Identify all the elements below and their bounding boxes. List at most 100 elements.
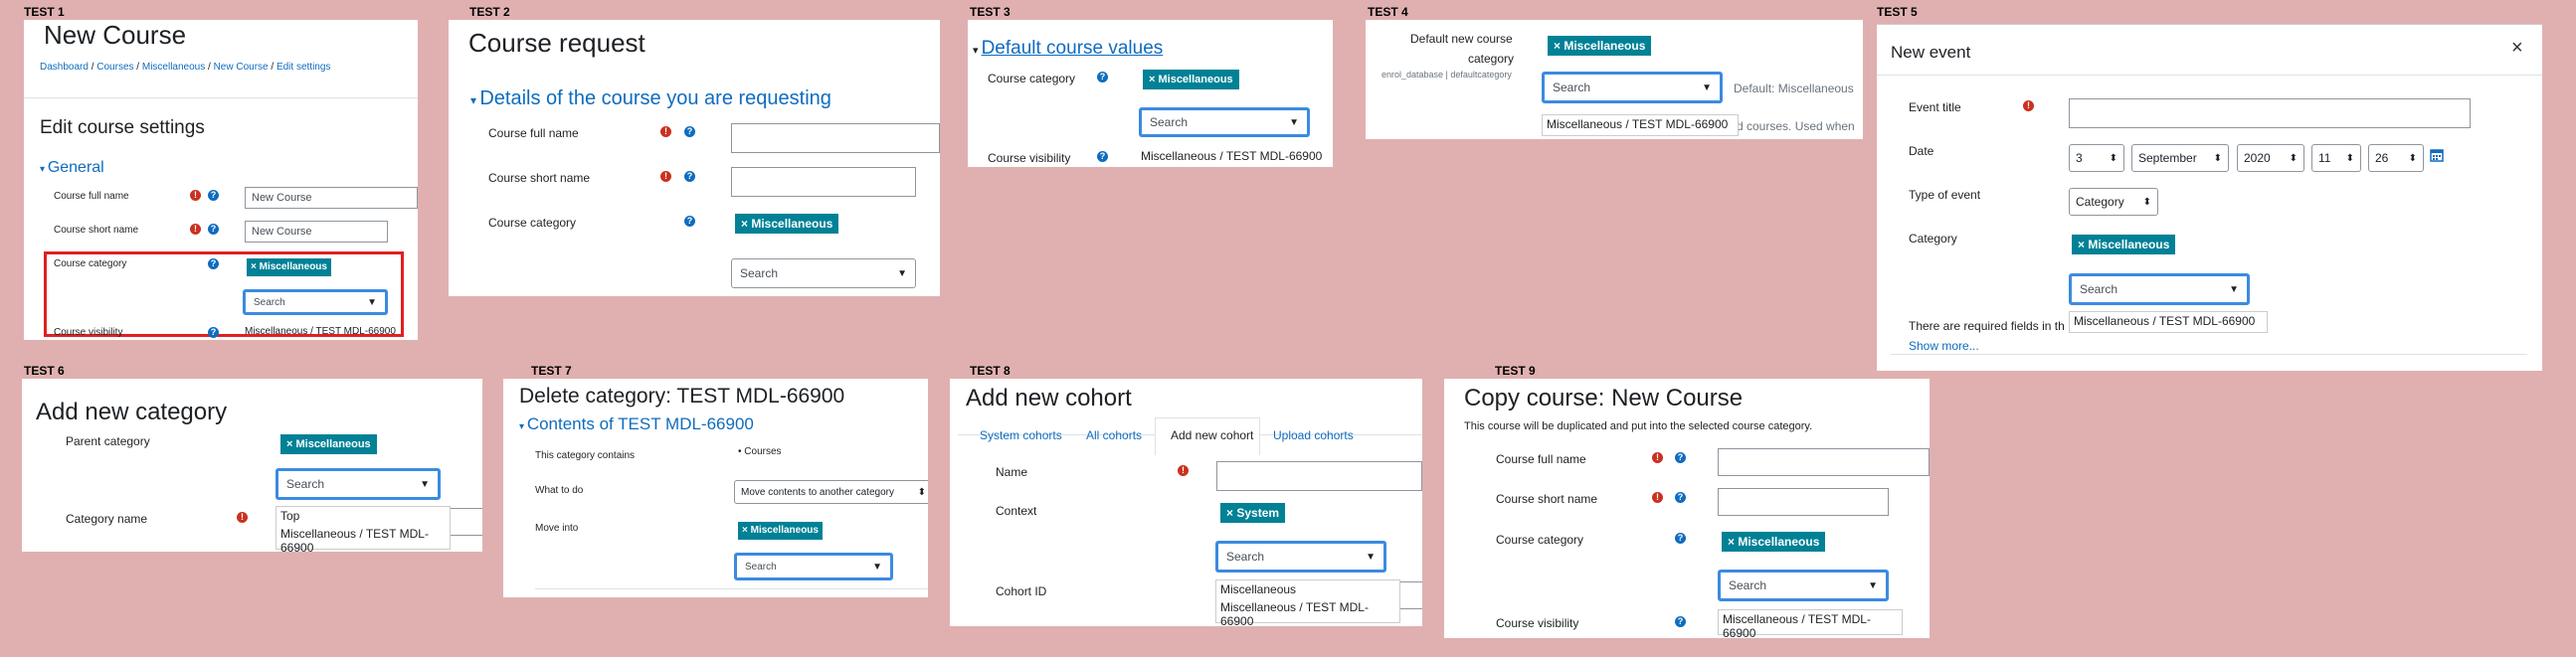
help-icon[interactable]: ?	[208, 327, 219, 338]
section-general[interactable]: ▾ General	[40, 159, 104, 177]
test-label-2: TEST 2	[469, 5, 510, 19]
selected-category-badge[interactable]: × Miscellaneous	[735, 214, 839, 234]
dropdown-option[interactable]: Top	[276, 507, 450, 525]
chevron-down-icon[interactable]: ▼	[1289, 117, 1299, 128]
test8-panel: Add new cohort System cohorts All cohort…	[950, 379, 1422, 626]
close-icon[interactable]: ×	[2511, 37, 2523, 60]
chevron-down-icon[interactable]: ▼	[872, 562, 882, 573]
category-search-input[interactable]: Search ▼	[734, 553, 893, 580]
breadcrumb-edit-settings[interactable]: Edit settings	[276, 62, 330, 73]
category-search-input[interactable]: Search ▼	[731, 258, 916, 288]
type-of-event-select[interactable]: Category ⬍	[2069, 188, 2158, 216]
event-title-input[interactable]	[2069, 98, 2471, 128]
help-icon[interactable]: ?	[1675, 533, 1686, 544]
tab-system-cohorts[interactable]: System cohorts	[980, 428, 1062, 442]
help-icon[interactable]: ?	[208, 258, 219, 269]
contains-label: This category contains	[535, 450, 636, 461]
course-visibility-label: Course visibility	[1496, 616, 1579, 630]
help-icon[interactable]: ?	[208, 224, 219, 235]
month-select[interactable]: September ⬍	[2131, 144, 2229, 172]
section-contents[interactable]: ▾ Contents of TEST MDL-66900	[519, 414, 754, 434]
course-full-name-label: Course full name	[1496, 452, 1586, 466]
day-select[interactable]: 3 ⬍	[2069, 144, 2124, 172]
what-to-do-select[interactable]: Move contents to another category ⬍	[734, 480, 928, 504]
help-icon[interactable]: ?	[1675, 492, 1686, 503]
category-name-input[interactable]	[448, 508, 482, 536]
category-search-input[interactable]: Search ▼	[1139, 107, 1310, 137]
help-icon[interactable]: ?	[208, 190, 219, 201]
breadcrumb-courses[interactable]: Courses	[96, 62, 133, 73]
chevron-down-icon[interactable]: ▼	[2229, 284, 2239, 295]
dropdown-option[interactable]: Miscellaneous / TEST MDL-66900	[1216, 598, 1399, 626]
course-short-name-input[interactable]	[1718, 488, 1889, 516]
tab-all-cohorts[interactable]: All cohorts	[1086, 428, 1142, 442]
dropdown-option[interactable]: Miscellaneous / TEST MDL-66900	[1543, 115, 1738, 133]
test9-panel: Copy course: New Course This course will…	[1444, 379, 1930, 638]
chevron-down-icon[interactable]: ▼	[367, 297, 377, 308]
selected-category-badge[interactable]: × Miscellaneous	[1722, 532, 1826, 552]
test-label-1: TEST 1	[24, 5, 65, 19]
cohort-name-input[interactable]	[1216, 461, 1422, 491]
course-full-name-input[interactable]: New Course	[245, 187, 418, 209]
minute-select[interactable]: 26 ⬍	[2368, 144, 2424, 172]
help-icon[interactable]: ?	[1097, 72, 1108, 82]
help-icon[interactable]: ?	[684, 126, 695, 137]
test-label-8: TEST 8	[970, 364, 1011, 378]
test2-panel: Course request ▾ Details of the course y…	[449, 20, 940, 296]
test3-panel: ▾ Default course values Course category …	[968, 20, 1333, 167]
help-icon[interactable]: ?	[684, 216, 695, 227]
section-default-course-values[interactable]: ▾ Default course values	[973, 38, 1163, 60]
selected-category-badge[interactable]: × Miscellaneous	[247, 258, 331, 276]
breadcrumb-new-course[interactable]: New Course	[214, 62, 269, 73]
course-short-name-input[interactable]	[731, 167, 916, 197]
category-search-input[interactable]: Search ▼	[1542, 72, 1723, 103]
dropdown-option[interactable]: Miscellaneous / TEST MDL-66900	[1719, 610, 1902, 638]
selected-category-badge[interactable]: × Miscellaneous	[1143, 70, 1239, 89]
selected-category-badge[interactable]: × Miscellaneous	[2072, 235, 2176, 254]
chevron-down-icon[interactable]: ▼	[1868, 580, 1878, 591]
chevron-down-icon[interactable]: ▼	[1366, 552, 1376, 563]
hour-select[interactable]: 11 ⬍	[2311, 144, 2361, 172]
section-details[interactable]: ▾ Details of the course you are requesti…	[470, 87, 831, 110]
selected-category-badge[interactable]: × Miscellaneous	[1548, 36, 1652, 56]
divider	[1891, 354, 2527, 355]
course-full-name-input[interactable]	[1718, 448, 1930, 476]
course-full-name-input[interactable]	[731, 123, 940, 153]
chevron-down-icon[interactable]: ▼	[1702, 82, 1712, 93]
setting-sublabel: enrol_database | defaultcategory	[1381, 70, 1512, 80]
help-icon[interactable]: ?	[1097, 151, 1108, 162]
category-dropdown: Miscellaneous / TEST MDL-66900	[1542, 114, 1739, 136]
help-icon[interactable]: ?	[684, 171, 695, 182]
category-search-input[interactable]: Search ▼	[2069, 273, 2250, 305]
description-text: d courses. Used when	[1737, 119, 1855, 133]
page-title: Course request	[468, 28, 645, 58]
dropdown-option[interactable]: Miscellaneous / TEST MDL-66900	[276, 525, 450, 552]
selected-context-badge[interactable]: × System	[1220, 503, 1286, 523]
category-search-input[interactable]: Search ▼	[243, 289, 388, 315]
year-select[interactable]: 2020 ⬍	[2237, 144, 2304, 172]
selected-category-badge[interactable]: × Miscellaneous	[738, 522, 823, 540]
calendar-icon[interactable]	[2430, 148, 2444, 162]
chevron-down-icon[interactable]: ▼	[897, 268, 907, 279]
tab-add-new-cohort[interactable]: Add new cohort	[1171, 428, 1253, 442]
tab-upload-cohorts[interactable]: Upload cohorts	[1273, 428, 1354, 442]
category-search-input[interactable]: Search ▼	[276, 468, 441, 500]
dropdown-option[interactable]: Miscellaneous / TEST MDL-66900	[2070, 312, 2267, 330]
help-icon[interactable]: ?	[1675, 616, 1686, 627]
page-description: This course will be duplicated and put i…	[1464, 420, 1813, 432]
test6-panel: Add new category Parent category × Misce…	[22, 379, 482, 552]
course-category-label: Course category	[488, 216, 577, 230]
chevron-down-icon[interactable]: ▼	[420, 479, 430, 490]
test-label-5: TEST 5	[1877, 5, 1918, 19]
breadcrumb-miscellaneous[interactable]: Miscellaneous	[142, 62, 205, 73]
modal-title: New event	[1891, 43, 1971, 62]
show-more-link[interactable]: Show more...	[1909, 339, 1979, 353]
dropdown-option[interactable]: Miscellaneous	[1216, 580, 1399, 598]
context-label: Context	[996, 504, 1037, 518]
selected-category-badge[interactable]: × Miscellaneous	[280, 434, 377, 454]
help-icon[interactable]: ?	[1675, 452, 1686, 463]
course-short-name-input[interactable]: New Course	[245, 221, 388, 243]
category-search-input[interactable]: Search ▼	[1718, 570, 1889, 601]
breadcrumb-dashboard[interactable]: Dashboard	[40, 62, 89, 73]
context-search-input[interactable]: Search ▼	[1215, 541, 1386, 573]
